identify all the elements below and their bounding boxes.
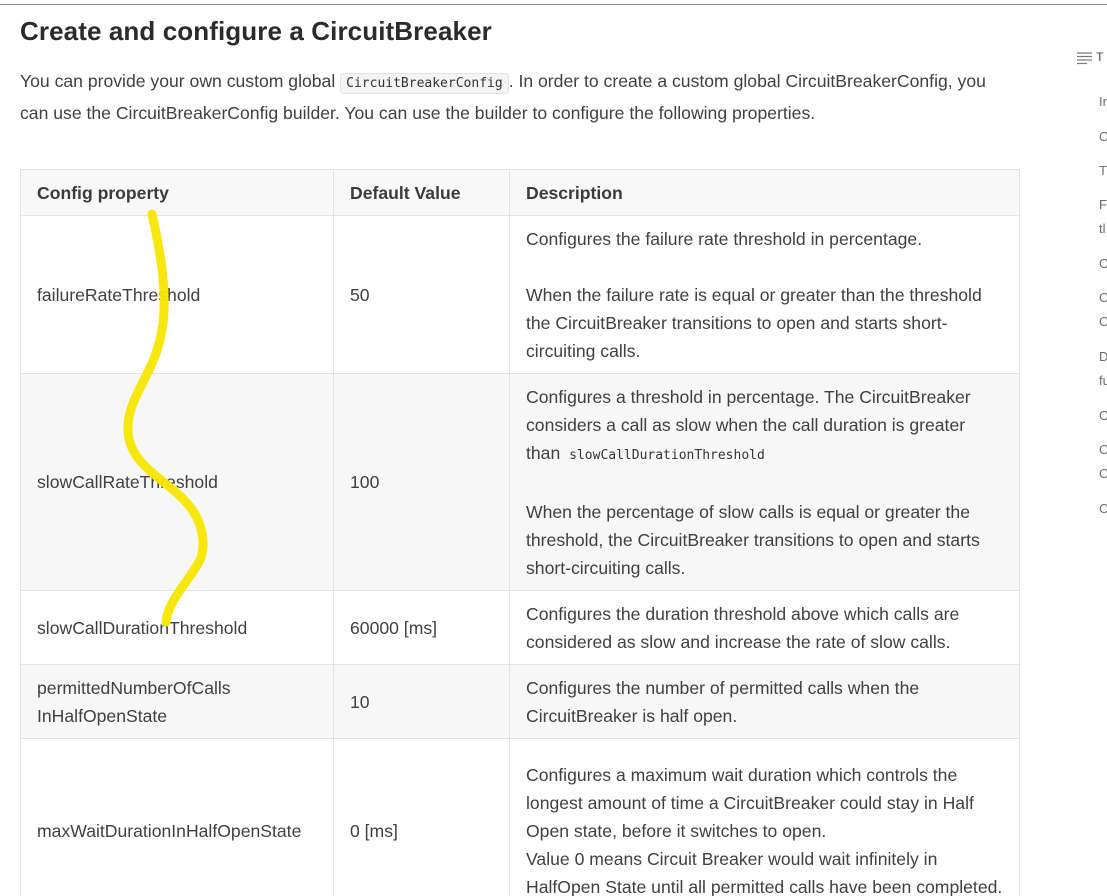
default-value: 60000 [ms] bbox=[333, 590, 510, 665]
toc-title: T bbox=[1096, 50, 1104, 64]
toc-link[interactable]: tl bbox=[1099, 221, 1106, 236]
table-header-row: Config property Default Value Descriptio… bbox=[20, 169, 1020, 216]
property-name: failureRateThreshold bbox=[20, 215, 334, 374]
toc-link[interactable]: C bbox=[1099, 501, 1107, 516]
toc-link[interactable]: C bbox=[1099, 314, 1107, 329]
table-row: slowCallRateThreshold 100 Configures a t… bbox=[20, 373, 1020, 591]
intro-text-start: You can provide your own custom global bbox=[20, 71, 341, 91]
header-description: Description bbox=[509, 169, 1020, 216]
description-text: When the failure rate is equal or greate… bbox=[526, 285, 982, 361]
toc-link[interactable]: T bbox=[1099, 163, 1107, 178]
property-name: permittedNumberOfCalls InHalfOpenState bbox=[20, 664, 334, 739]
toc-link[interactable]: Ir bbox=[1099, 94, 1107, 109]
page-title: Create and configure a CircuitBreaker bbox=[20, 16, 492, 46]
table-row: failureRateThreshold 50 Configures the f… bbox=[20, 215, 1020, 374]
description-text: Value 0 means Circuit Breaker would wait… bbox=[526, 849, 1003, 896]
table-row: maxWaitDurationInHalfOpenState 0 [ms] Co… bbox=[20, 738, 1020, 896]
intro-paragraph: You can provide your own custom global C… bbox=[20, 67, 1010, 127]
description: Configures the failure rate threshold in… bbox=[509, 215, 1020, 374]
toc-link[interactable]: C bbox=[1099, 290, 1107, 305]
header-default-value: Default Value bbox=[333, 169, 510, 216]
property-name: slowCallDurationThreshold bbox=[20, 590, 334, 665]
description: Configures the number of permitted calls… bbox=[509, 664, 1020, 739]
header-config-property: Config property bbox=[20, 169, 334, 216]
toc-header: T bbox=[1076, 50, 1103, 65]
top-divider bbox=[0, 4, 1107, 5]
property-name-line: InHalfOpenState bbox=[37, 705, 168, 726]
default-value: 10 bbox=[333, 664, 510, 739]
property-name-line: permittedNumberOfCalls bbox=[37, 677, 231, 698]
table-row: slowCallDurationThreshold 60000 [ms] Con… bbox=[20, 590, 1020, 665]
default-value: 100 bbox=[333, 373, 510, 591]
description: Configures a threshold in percentage. Th… bbox=[509, 373, 1020, 591]
inline-code-circuitbreakerconfig: CircuitBreakerConfig bbox=[340, 73, 509, 94]
toc-link[interactable]: C bbox=[1099, 256, 1107, 271]
default-value: 0 [ms] bbox=[333, 738, 510, 896]
property-name: slowCallRateThreshold bbox=[20, 373, 334, 591]
default-value: 50 bbox=[333, 215, 510, 374]
description: Configures a maximum wait duration which… bbox=[509, 738, 1020, 896]
description-text: Configures the failure rate threshold in… bbox=[526, 229, 923, 249]
property-name: maxWaitDurationInHalfOpenState bbox=[20, 738, 334, 896]
config-table: Config property Default Value Descriptio… bbox=[20, 169, 1020, 896]
toc-link[interactable]: C bbox=[1099, 466, 1107, 481]
inline-code-slowcalldurationthreshold: slowCallDurationThreshold bbox=[569, 448, 765, 463]
toc-link[interactable]: F bbox=[1099, 197, 1107, 212]
toc-link[interactable]: D bbox=[1099, 349, 1107, 364]
description-text: When the percentage of slow calls is equ… bbox=[526, 502, 980, 578]
toc-link[interactable]: C bbox=[1099, 442, 1107, 457]
toc-link[interactable]: fu bbox=[1099, 373, 1107, 388]
table-row: permittedNumberOfCalls InHalfOpenState 1… bbox=[20, 664, 1020, 739]
description: Configures the duration threshold above … bbox=[509, 590, 1020, 665]
toc-link[interactable]: C bbox=[1099, 408, 1107, 423]
description-text: Configures a maximum wait duration which… bbox=[526, 765, 974, 841]
list-lines-icon bbox=[1077, 52, 1092, 64]
toc-link[interactable]: C bbox=[1099, 129, 1107, 144]
